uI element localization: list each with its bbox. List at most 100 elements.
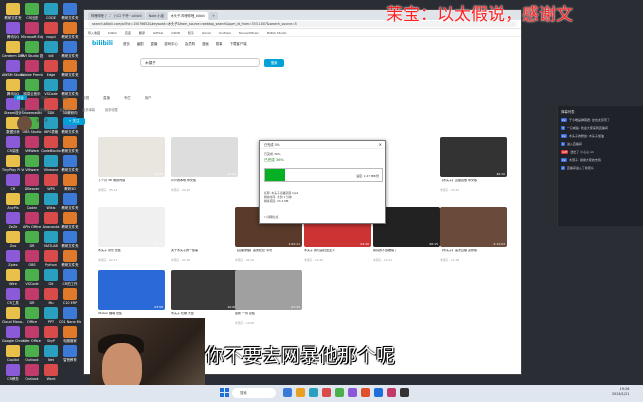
avatar[interactable] [17,116,32,131]
video-title[interactable]: 最新 一周 总结 [235,312,302,320]
filter-tab[interactable]: 视频 [41,95,48,100]
taskbar-app-icon[interactable] [387,388,396,397]
taskbar-app-icon[interactable] [283,388,292,397]
video-title[interactable]: 下个月 3D 教研内容 [98,179,165,187]
desktop-icon[interactable]: C10 ERP [59,288,81,305]
follow-button[interactable]: + 关注 [63,118,85,125]
desktop-icon[interactable]: C01 Nana Moon [59,307,81,324]
windows-start-icon[interactable] [220,388,229,397]
tab-note[interactable]: Note 小组 [145,12,167,20]
clock[interactable]: 19:26 2024/1/21 [612,387,629,397]
video-thumbnail[interactable]: 05:02 [98,207,165,247]
search-input[interactable]: 木頭子 [140,58,260,67]
bookmark-item[interactable]: GitHub [153,31,163,35]
desktop-icon[interactable]: 教研文件夹 [59,250,81,267]
taskbar-app-icon[interactable] [374,388,383,397]
nav-link[interactable]: 漫画 [202,42,209,46]
sort-option[interactable]: 最多弹幕 [82,107,95,112]
desktop-icon-label: 教研文件夹 [61,35,79,39]
video-thumbnail[interactable]: 08:44 [171,207,238,247]
video-thumbnail[interactable]: 03:41 [98,137,165,177]
filter-tab[interactable]: 专栏 [124,95,131,100]
bookmark-item[interactable]: 百度 [125,31,131,35]
video-title[interactable]: 木头子 我们是社会主义 [304,249,371,257]
desktop-icon[interactable]: 教研文件夹 [59,212,81,229]
taskbar-app-icon[interactable] [296,388,305,397]
bookmark-item[interactable]: 翻译 [139,31,145,35]
nav-link[interactable]: 下载客户端 [230,42,247,46]
bookmark-item[interactable]: CSDN [171,31,180,35]
video-thumbnail[interactable]: 2:12:03 [440,207,507,247]
video-title[interactable]: 【木头子】首次直播 完整版 [440,249,507,257]
tab-search-results[interactable]: 木头子-哔哩哔哩_bilibili [167,12,209,20]
sort-option[interactable]: 最多收藏 [105,107,118,112]
taskbar-app-icon[interactable] [400,388,409,397]
sort-option[interactable]: 最多播放 [37,107,50,112]
desktop-icon[interactable]: Word [40,364,62,381]
video-thumbnail[interactable]: 10:06 [171,270,238,310]
filter-tab[interactable]: 用户 [145,95,152,100]
nav-link[interactable]: 游戏中心 [164,42,178,46]
bilibili-logo[interactable]: bilibili [92,40,113,47]
taskbar-app-icon[interactable] [309,388,318,397]
stream-banner: 茉宝：以太假说，感谢文 [386,5,573,25]
bookmark-item[interactable]: TencentMusic [239,31,259,35]
video-thumbnail[interactable]: 07:33 [235,270,302,310]
desktop-icon[interactable]: 教研文件夹 [59,231,81,248]
desktop-icon[interactable]: 教研文件夹 [59,193,81,210]
bookmark-item[interactable]: YouTube [219,31,231,35]
desktop-icon[interactable]: 教研3D [59,174,81,191]
taskbar-search[interactable]: 搜索 [232,388,276,398]
app-icon [44,212,58,224]
video-title[interactable]: 木头子 音乐 合集 [98,249,165,257]
tab-bilibili-home[interactable]: 哔哩哔哩 (゜-゜)つロ 干杯~-bilibili [88,12,145,20]
nav-link[interactable]: 会员购 [185,42,195,46]
filter-tab[interactable]: 影视 [82,95,89,100]
bookmark-item[interactable]: 知乎 [188,31,194,35]
danmaku-message: LV. 木頭子: 谢谢大家的支持 [558,157,643,163]
danmaku-message: 3 一只咸鱼: 欢迎大家来到直播间 [558,125,643,131]
new-tab-button[interactable]: + [209,12,218,20]
close-icon[interactable]: ✕ [379,142,382,147]
bookmark-item[interactable]: Bilibili Studio [267,31,286,35]
filter-tab[interactable]: 综合 [14,95,27,100]
danmaku-message: 2 直播间进入了新观众 [558,165,643,171]
message-text: 于今唯是弹幕君: 这也太厉害了 [568,118,610,122]
bookmark-item[interactable]: Gmail [202,31,211,35]
video-thumbnail[interactable]: 12:20 [171,137,238,177]
video-title[interactable]: 关于木头子的一些事 [171,249,238,257]
desktop-icon[interactable]: CR的工作 [59,269,81,286]
desktop-icon[interactable]: 智慧教育 [59,345,81,362]
video-thumbnail[interactable]: 40:10 [440,137,507,177]
search-button[interactable]: 搜索 [264,58,284,67]
sort-option[interactable]: 最新发布 [60,107,73,112]
desktop-icon[interactable]: 教研文件夹 [59,3,81,20]
filter-tab[interactable]: 直播 [103,95,110,100]
desktop-icon[interactable]: 教研文件夹 [59,22,81,39]
video-title[interactable]: 【木头子】直播回放 中文版 [440,179,507,187]
brief-info-checkbox[interactable]: ☐ 简略信息 [264,215,279,219]
filter-tab[interactable]: 番剧 [62,95,69,100]
desktop-icon[interactable]: 电脑管家 [59,326,81,343]
video-title[interactable]: 【直播录播】首秀纪念 专访 [235,249,302,257]
nav-link[interactable]: 番剧 [137,42,144,46]
desktop-icon[interactable]: 教研文件夹 [59,136,81,153]
up-name[interactable]: 木頭子 [36,118,48,124]
desktop-icon[interactable]: 教研文件夹 [59,155,81,172]
bookmark-item[interactable]: 导入收藏 [88,31,100,35]
bookmark-item[interactable]: bilibili [108,31,117,35]
taskbar-app-icon[interactable] [348,388,357,397]
sort-option[interactable]: 综合排序 [14,107,27,112]
nav-link[interactable]: 首页 [123,42,130,46]
desktop-icon[interactable]: 教研文件夹 [59,79,81,96]
video-title[interactable]: 卢卢的本地 中文版 [171,179,238,187]
nav-link[interactable]: 直播 [151,42,158,46]
taskbar-app-icon[interactable] [361,388,370,397]
taskbar-app-icon[interactable] [335,388,344,397]
desktop-icon[interactable]: 教研文件夹 [59,60,81,77]
taskbar-app-icon[interactable] [322,388,331,397]
video-thumbnail[interactable]: 03:58 [98,270,165,310]
nav-link[interactable]: 赛事 [216,42,223,46]
desktop-icon[interactable]: 教研文件夹 [59,41,81,58]
video-title[interactable]: 我真的不会被骗了 [373,249,440,257]
